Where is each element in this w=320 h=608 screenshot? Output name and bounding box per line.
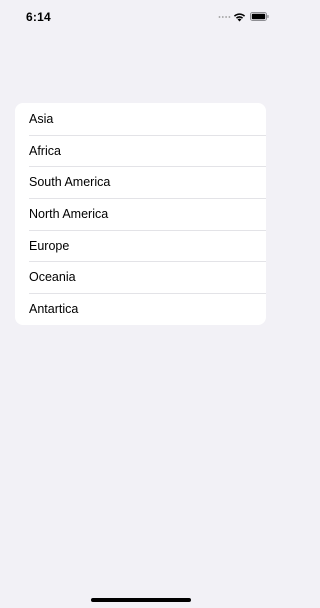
list-item-label: Antartica xyxy=(29,301,79,316)
list-item-label: North America xyxy=(29,206,109,221)
home-indicator[interactable] xyxy=(91,598,191,602)
list-item-south-america[interactable]: South America xyxy=(15,166,266,198)
regions-list: Asia Africa South America North America … xyxy=(15,103,266,325)
battery-icon xyxy=(250,12,269,21)
status-bar: 6:14 xyxy=(0,0,281,34)
list-item-label: Asia xyxy=(29,111,54,126)
wifi-icon xyxy=(233,13,246,22)
screen: 6:14 Asia Africa South America North Ame… xyxy=(0,0,281,608)
list-item-label: Africa xyxy=(29,143,61,158)
list-item-north-america[interactable]: North America xyxy=(15,198,266,230)
list-item-oceania[interactable]: Oceania xyxy=(15,261,266,293)
list-item-label: South America xyxy=(29,175,111,190)
signal-icon xyxy=(218,16,231,18)
status-time: 6:14 xyxy=(26,10,51,24)
list-item-asia[interactable]: Asia xyxy=(15,103,266,135)
list-item-europe[interactable]: Europe xyxy=(15,229,266,262)
list-item-antartica[interactable]: Antartica xyxy=(15,293,266,325)
list-item-africa[interactable]: Africa xyxy=(15,134,266,167)
list-item-label: Europe xyxy=(29,238,70,253)
list-item-label: Oceania xyxy=(29,270,76,285)
